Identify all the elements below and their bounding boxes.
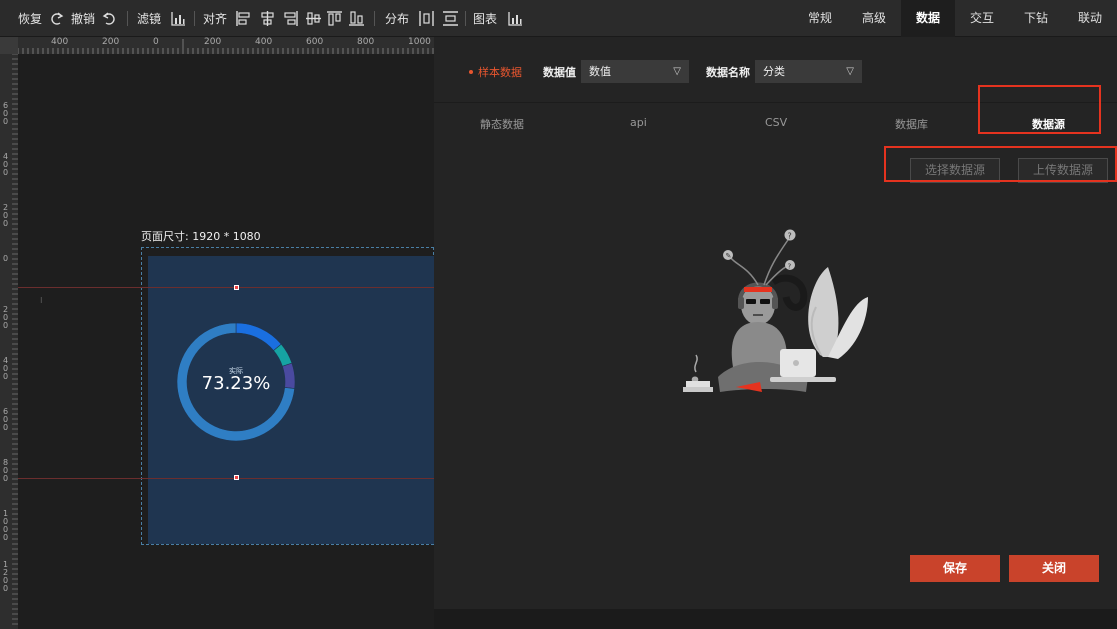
wrench-glyph: ✎ [726, 252, 732, 260]
name-select[interactable]: 分类 ▽ [755, 60, 862, 83]
ruler-left-label: 200 [3, 203, 9, 228]
align-right-icon[interactable] [282, 10, 299, 27]
value-select[interactable]: 数值 ▽ [581, 60, 689, 83]
ruler-left-label: 1000 [3, 509, 9, 542]
sample-data-label[interactable]: 样本数据 [469, 64, 522, 80]
distribute-button[interactable]: 分布 [385, 0, 409, 37]
align-middle-icon[interactable] [305, 10, 322, 27]
ruler-top-label: 400 [255, 37, 273, 47]
ruler-top-label: 200 [102, 37, 120, 47]
empty-state-illustration: ✎ ? ? [683, 229, 868, 392]
subtab-static[interactable]: 静态数据 [480, 116, 524, 132]
ruler-left: 600 400 200 0 200 400 600 800 1000 1200 [0, 54, 18, 629]
sample-data-text: 样本数据 [478, 66, 522, 79]
distribute-horizontal-icon[interactable] [418, 10, 435, 27]
dropdown-arrow-icon: ▽ [846, 66, 854, 77]
value-select-text: 数值 [589, 65, 611, 78]
ruler-top-label: 1000 [408, 37, 431, 47]
align-button[interactable]: 对齐 [203, 0, 227, 37]
ruler-left-label: 400 [3, 356, 9, 381]
undo-button[interactable]: 撤销 [71, 0, 95, 37]
name-field-label: 数据名称 [706, 66, 750, 79]
ruler-top-label: 400 [51, 37, 69, 47]
ruler-top-label: 200 [204, 37, 222, 47]
ruler-left-label: 800 [3, 458, 9, 483]
guide-line-bottom [18, 478, 434, 479]
ruler-corner [0, 37, 18, 54]
ruler-top: 400 200 0 200 400 600 800 1000 [18, 37, 434, 54]
highlight-box-buttons [884, 146, 1117, 182]
bottom-strip [434, 609, 1117, 629]
redo-icon[interactable] [48, 10, 65, 27]
tab-data[interactable]: 数据 [901, 0, 955, 37]
align-center-icon[interactable] [259, 10, 276, 27]
sample-dot-icon [469, 70, 473, 74]
dropdown-arrow-icon: ▽ [673, 66, 681, 77]
page-size-label: 页面尺寸: 1920 * 1080 [141, 230, 261, 243]
data-panel: 样本数据 数据值 数值 ▽ 数据名称 分类 ▽ 静态数据 api CSV 数据库… [434, 37, 1117, 609]
app-window: 恢复 撤销 滤镜 对齐 分布 图表 常规 高级 数据 交互 下钻 联动 400 … [0, 0, 1117, 629]
ruler-top-label: 800 [357, 37, 375, 47]
ruler-left-ticks [12, 54, 18, 625]
cursor-marker: ⁝ [40, 296, 43, 305]
ruler-left-label: 200 [3, 305, 9, 330]
undo-icon[interactable] [101, 10, 118, 27]
distribute-label: 分布 [385, 12, 410, 26]
subtab-database[interactable]: 数据库 [895, 116, 928, 132]
subtab-api[interactable]: api [630, 116, 647, 129]
tab-advanced[interactable]: 高级 [847, 0, 901, 37]
ruler-left-label: 400 [3, 152, 9, 177]
save-button[interactable]: 保存 [910, 555, 1000, 582]
resize-handle-top[interactable] [234, 285, 239, 290]
guide-line-top [18, 287, 434, 288]
restore-button[interactable]: 恢复 [18, 0, 42, 37]
ruler-left-label: 600 [3, 101, 9, 126]
filter-label: 滤镜 [137, 12, 162, 26]
toolbar-divider [127, 11, 128, 26]
align-bottom-icon[interactable] [348, 10, 365, 27]
restore-label: 恢复 [18, 12, 43, 26]
donut-slice-0[interactable] [235, 322, 282, 352]
chart-icon[interactable] [507, 10, 524, 27]
ruler-left-label: 600 [3, 407, 9, 432]
toolbar-divider [194, 11, 195, 26]
name-select-text: 分类 [763, 65, 785, 78]
undo-label: 撤销 [71, 12, 96, 26]
ruler-left-label: 0 [3, 254, 9, 263]
question-glyph: ? [788, 263, 792, 271]
align-left-icon[interactable] [235, 10, 252, 27]
property-tabs: 常规 高级 数据 交互 下钻 联动 [793, 0, 1117, 37]
distribute-vertical-icon[interactable] [442, 10, 459, 27]
ruler-left-label: 1200 [3, 560, 9, 593]
design-canvas[interactable]: 页面尺寸: 1920 * 1080 ⁝ 实际 73.23% [18, 54, 434, 629]
highlight-box-datasource-tab [978, 85, 1101, 134]
filter-chart-icon[interactable] [170, 10, 187, 27]
subtab-csv[interactable]: CSV [765, 116, 787, 129]
donut-value: 73.23% [201, 373, 271, 394]
toolbar-divider [465, 11, 466, 26]
toolbar: 恢复 撤销 滤镜 对齐 分布 图表 常规 高级 数据 交互 下钻 联动 [0, 0, 1117, 37]
chart-button[interactable]: 图表 [473, 0, 497, 37]
close-button[interactable]: 关闭 [1009, 555, 1099, 582]
filter-button[interactable]: 滤镜 [137, 0, 161, 37]
ruler-top-label: 0 [153, 37, 159, 47]
tab-drilldown[interactable]: 下钻 [1009, 0, 1063, 37]
tab-general[interactable]: 常规 [793, 0, 847, 37]
resize-handle-bottom[interactable] [234, 475, 239, 480]
align-top-icon[interactable] [326, 10, 343, 27]
value-field-label: 数据值 [543, 66, 576, 79]
ruler-top-label: 600 [306, 37, 324, 47]
question-glyph: ? [788, 232, 792, 241]
align-label: 对齐 [203, 12, 228, 26]
toolbar-divider [374, 11, 375, 26]
chart-label: 图表 [473, 12, 498, 26]
tab-interaction[interactable]: 交互 [955, 0, 1009, 37]
tab-linkage[interactable]: 联动 [1063, 0, 1117, 37]
